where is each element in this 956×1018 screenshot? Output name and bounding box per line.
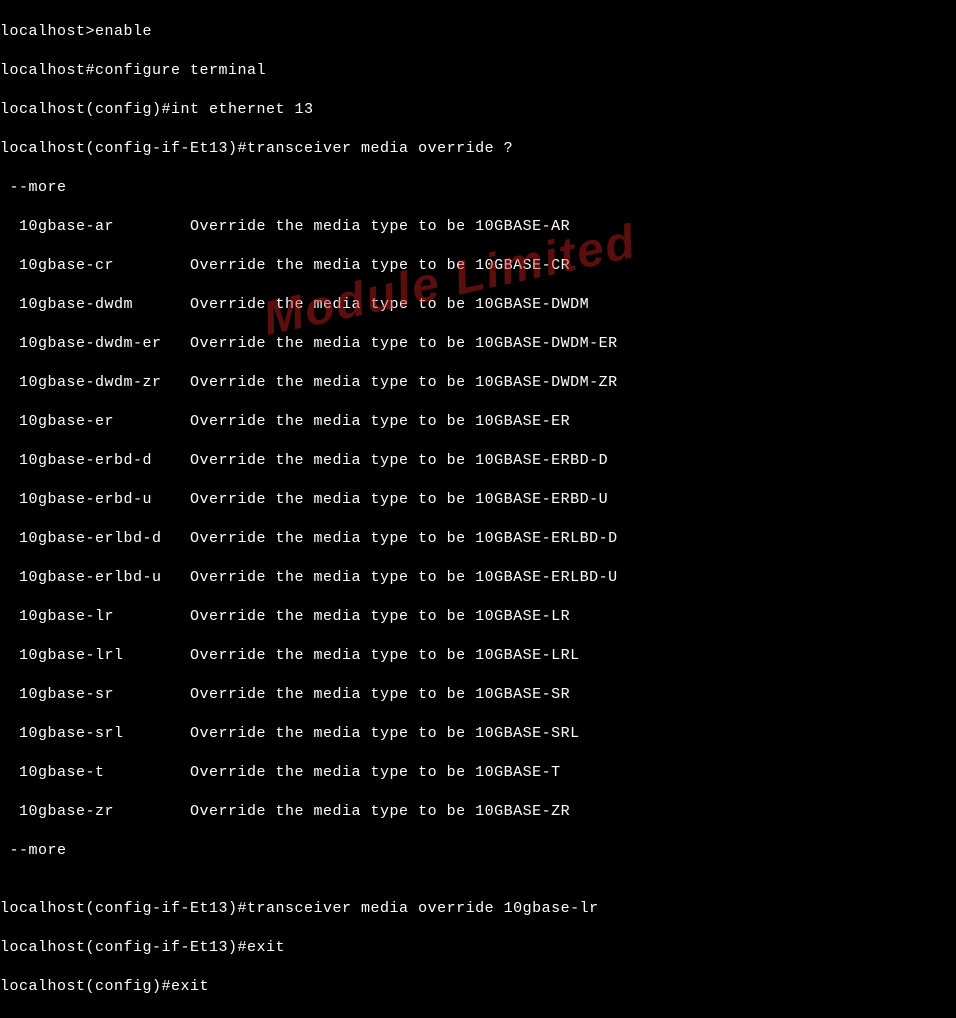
help-option: 10gbase-er Override the media type to be… <box>0 412 956 432</box>
help-option: 10gbase-sr Override the media type to be… <box>0 685 956 705</box>
help-option: 10gbase-dwdm-er Override the media type … <box>0 334 956 354</box>
help-option: 10gbase-ar Override the media type to be… <box>0 217 956 237</box>
cmd-line: localhost#configure terminal <box>0 61 956 81</box>
help-option: 10gbase-erlbd-d Override the media type … <box>0 529 956 549</box>
cmd-line: localhost(config)#exit <box>0 977 956 997</box>
more-marker: --more <box>0 841 956 861</box>
help-option: 10gbase-srl Override the media type to b… <box>0 724 956 744</box>
help-option: 10gbase-lrl Override the media type to b… <box>0 646 956 666</box>
cmd-line: localhost(config-if-Et13)#transceiver me… <box>0 899 956 919</box>
cmd-line: localhost(config)#int ethernet 13 <box>0 100 956 120</box>
help-option: 10gbase-dwdm Override the media type to … <box>0 295 956 315</box>
help-option: 10gbase-t Override the media type to be … <box>0 763 956 783</box>
help-option: 10gbase-lr Override the media type to be… <box>0 607 956 627</box>
help-option: 10gbase-erbd-d Override the media type t… <box>0 451 956 471</box>
more-marker: --more <box>0 178 956 198</box>
help-option: 10gbase-dwdm-zr Override the media type … <box>0 373 956 393</box>
help-option: 10gbase-zr Override the media type to be… <box>0 802 956 822</box>
help-option: 10gbase-erlbd-u Override the media type … <box>0 568 956 588</box>
cmd-line: localhost(config-if-Et13)#exit <box>0 938 956 958</box>
cmd-line: localhost(config-if-Et13)#transceiver me… <box>0 139 956 159</box>
terminal-output[interactable]: localhost>enable localhost#configure ter… <box>0 0 956 1018</box>
help-option: 10gbase-erbd-u Override the media type t… <box>0 490 956 510</box>
help-option: 10gbase-cr Override the media type to be… <box>0 256 956 276</box>
cmd-line: localhost>enable <box>0 22 956 42</box>
